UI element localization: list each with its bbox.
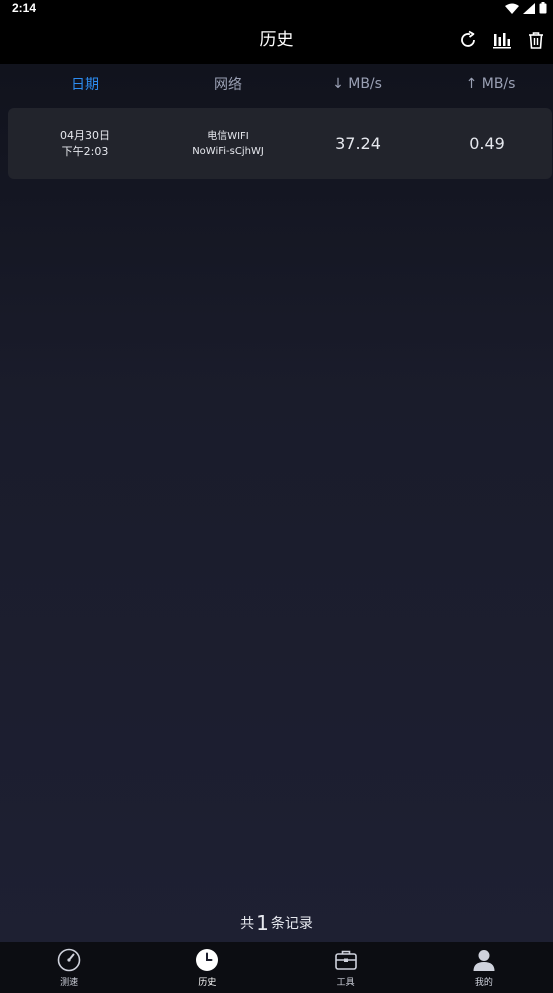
wifi-signal-icon — [505, 3, 519, 14]
record-time: 下午2:03 — [61, 144, 109, 158]
record-count-suffix: 条记录 — [270, 916, 313, 932]
column-date[interactable]: 日期 — [0, 74, 170, 94]
nav-label-speedtest: 测速 — [60, 978, 79, 988]
record-count: 共 1 条记录 — [0, 908, 553, 938]
record-network-type: 电信WIFI — [207, 130, 249, 142]
record-date: 04月30日 — [60, 128, 110, 142]
record-datetime: 04月30日 下午2:03 — [8, 128, 162, 160]
record-ssid: NoWiFi-sCjhWJ — [192, 145, 264, 157]
toolbox-icon — [334, 950, 357, 970]
battery-icon — [539, 2, 547, 14]
refresh-button[interactable] — [455, 27, 481, 53]
nav-item-tools[interactable]: 工具 — [306, 947, 386, 988]
app-bar: 历史 — [0, 16, 553, 64]
record-download: 37.24 — [335, 134, 381, 153]
nav-item-speedtest[interactable]: 测速 — [29, 947, 109, 988]
refresh-icon — [461, 30, 475, 47]
cell-signal-icon — [523, 2, 535, 14]
list-item[interactable]: 04月30日 下午2:03 电信WIFI NoWiFi-sCjhWJ 37.24… — [8, 108, 552, 179]
status-time: 2:14 — [12, 1, 37, 15]
header-actions — [455, 16, 549, 64]
nav-item-profile[interactable]: 我的 — [444, 947, 524, 988]
record-network: 电信WIFI NoWiFi-sCjhWJ — [162, 129, 294, 159]
nav-item-history[interactable]: 历史 — [167, 947, 247, 988]
trash-icon — [529, 32, 543, 49]
column-download[interactable]: ↓ MB/s — [286, 76, 428, 92]
bottom-nav: 测速 历史 工具 我的 — [0, 942, 553, 993]
column-header: 日期 网络 ↓ MB/s ↑ MB/s — [0, 64, 553, 104]
nav-label-profile: 我的 — [474, 978, 493, 988]
column-upload[interactable]: ↑ MB/s — [428, 76, 553, 92]
record-count-number: 1 — [256, 911, 269, 935]
status-bar: 2:14 — [0, 0, 553, 16]
bar-chart-icon — [493, 33, 511, 49]
nav-label-history: 历史 — [198, 978, 217, 988]
status-icons — [505, 2, 547, 14]
delete-button[interactable] — [523, 27, 549, 53]
speedometer-icon — [57, 948, 81, 972]
chart-button[interactable] — [489, 27, 515, 53]
record-count-prefix: 共 — [240, 916, 255, 932]
nav-label-tools: 工具 — [336, 978, 355, 988]
column-network[interactable]: 网络 — [170, 74, 286, 94]
history-clock-icon — [196, 949, 219, 971]
user-profile-icon — [473, 950, 495, 971]
record-upload: 0.49 — [469, 134, 505, 153]
